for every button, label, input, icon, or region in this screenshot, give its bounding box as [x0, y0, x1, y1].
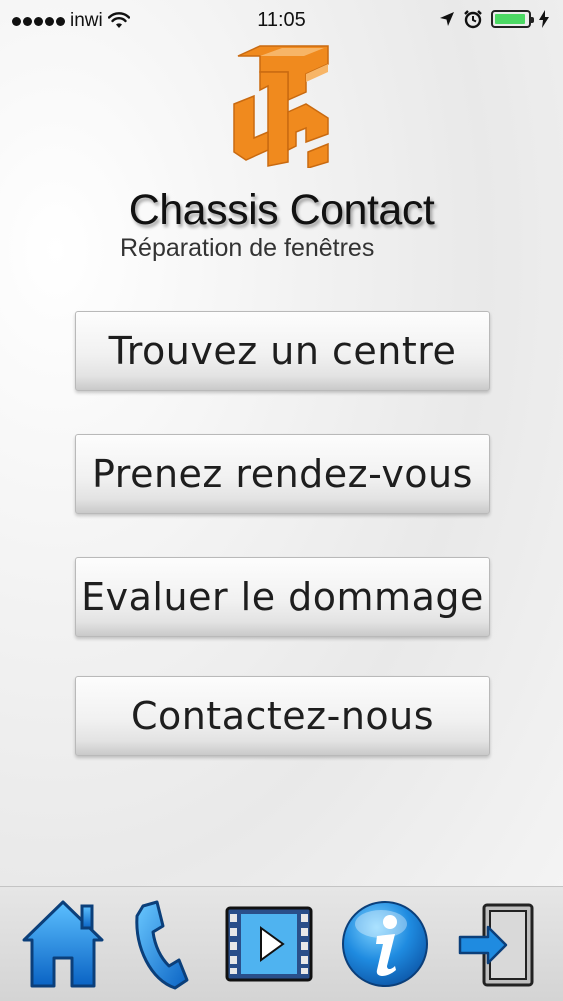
phone-icon — [135, 900, 189, 990]
info-icon — [342, 901, 428, 987]
status-right — [439, 9, 549, 29]
tab-video[interactable] — [222, 887, 316, 1001]
alarm-icon — [464, 10, 482, 29]
evaluate-damage-button[interactable]: Evaluer le dommage — [75, 557, 490, 637]
tab-call[interactable] — [124, 887, 194, 1001]
tab-info[interactable] — [340, 887, 430, 1001]
battery-icon — [491, 10, 534, 28]
location-arrow-icon — [440, 12, 454, 26]
tab-home[interactable] — [18, 887, 108, 1001]
app-subtitle: Réparation de fenêtres — [120, 234, 375, 262]
tab-logout[interactable] — [452, 887, 540, 1001]
bottom-tab-bar — [0, 886, 563, 1001]
video-icon — [225, 906, 313, 982]
chassis-contact-logo — [233, 45, 329, 168]
battery-level — [495, 14, 525, 24]
app-title: Chassis Contact — [128, 186, 435, 234]
charging-bolt-icon — [539, 10, 549, 28]
book-appointment-button[interactable]: Prenez rendez-vous — [75, 434, 490, 514]
status-bar: inwi 11:05 — [0, 0, 563, 40]
home-icon — [22, 900, 104, 988]
find-center-button[interactable]: Trouvez un centre — [75, 311, 490, 391]
logout-icon — [458, 903, 534, 987]
contact-us-button[interactable]: Contactez-nous — [75, 676, 490, 756]
